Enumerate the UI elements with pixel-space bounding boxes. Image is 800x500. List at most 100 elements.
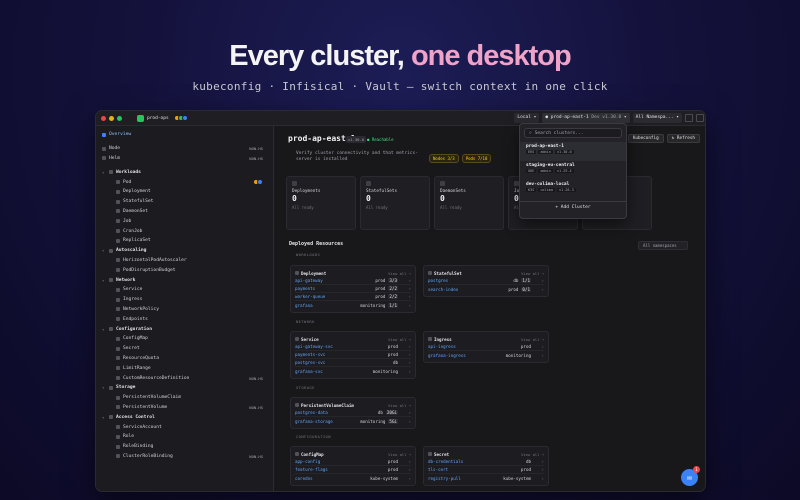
cluster-option[interactable]: staging-eu-central GKE admin v1.29.4	[520, 161, 626, 180]
view-all-link[interactable]: View all →	[388, 403, 411, 408]
close-window-button[interactable]	[101, 115, 106, 121]
open-icon[interactable]: ›	[401, 303, 411, 308]
view-all-link[interactable]: View all →	[521, 337, 544, 342]
sidebar-item-daemonset[interactable]: DaemonSet	[96, 207, 273, 217]
sidebar-item-serviceaccount[interactable]: ServiceAccount	[96, 422, 273, 432]
open-icon[interactable]: ›	[401, 344, 411, 349]
sidebar-item-cronjob[interactable]: CronJob	[96, 226, 273, 236]
resource-name[interactable]: postgres-svc	[295, 360, 393, 365]
namespace-selector[interactable]: All Namespa... ▾	[632, 113, 682, 123]
sidebar-item-clusterrolebinding[interactable]: ClusterRoleBinding NON-HS	[96, 452, 273, 462]
sidebar-item-overview[interactable]: Overview	[96, 130, 273, 140]
table-row[interactable]: grafana-svc monitoring ›	[295, 367, 411, 375]
sidebar-item-resourcequota[interactable]: ResourceQuota	[96, 354, 273, 364]
sidebar-item-service[interactable]: Service	[96, 285, 273, 295]
statefulsets-card[interactable]: StatefulSets 0 All ready	[360, 176, 430, 230]
sidebar-item-endpoints[interactable]: Endpoints	[96, 314, 273, 324]
refresh-button[interactable]: ↻ Refresh	[666, 134, 700, 143]
resource-name[interactable]: payments	[295, 286, 375, 291]
view-all-link[interactable]: View all →	[388, 271, 411, 276]
resource-name[interactable]: api-gateway-svc	[295, 344, 388, 349]
open-icon[interactable]: ›	[401, 459, 411, 464]
pods-chip[interactable]: Pods 7/18	[461, 154, 492, 163]
resource-name[interactable]: search-index	[428, 287, 508, 292]
resource-name[interactable]: tls-cert	[428, 467, 521, 472]
sidebar-group-configuration[interactable]: ▾ Configuration	[96, 324, 273, 334]
table-row[interactable]: postgres-data db 20Gi ›	[295, 409, 411, 417]
open-icon[interactable]: ›	[534, 476, 544, 481]
cluster-option[interactable]: dev-colima-local K3S colima v1.28.3	[520, 180, 626, 199]
add-cluster-button[interactable]: + Add Cluster	[520, 201, 626, 210]
table-row[interactable]: db-credentials db ›	[428, 458, 544, 466]
open-icon[interactable]: ›	[401, 419, 411, 424]
sidebar-item-networkpolicy[interactable]: NetworkPolicy	[96, 305, 273, 315]
sidebar-item-pod[interactable]: Pod	[96, 177, 273, 187]
view-all-link[interactable]: View all →	[521, 271, 544, 276]
sidebar-item-job[interactable]: Job	[96, 216, 273, 226]
sidebar-item-node[interactable]: Node NON-HS	[96, 144, 273, 154]
open-icon[interactable]: ›	[401, 286, 411, 291]
table-row[interactable]: postgres-svc db ›	[295, 359, 411, 367]
namespace-filter[interactable]: All namespaces	[638, 241, 688, 250]
cluster-search-input[interactable]: ⌕ Search clusters...	[524, 128, 622, 138]
daemonsets-card[interactable]: DaemonSets 0 All ready	[434, 176, 504, 230]
sidebar-item-hpa[interactable]: HorizontalPodAutoscaler	[96, 256, 273, 266]
sidebar-item-rolebinding[interactable]: RoleBinding	[96, 442, 273, 452]
nodes-chip[interactable]: Nodes 3/3	[429, 154, 459, 163]
sidebar-group-autoscaling[interactable]: ▾ Autoscaling	[96, 246, 273, 256]
table-row[interactable]: worker-queue prod 2/2 ›	[295, 293, 411, 301]
open-icon[interactable]: ›	[534, 459, 544, 464]
table-row[interactable]: registry-pull kube-system ›	[428, 474, 544, 482]
resource-name[interactable]: api-gateway	[295, 278, 375, 283]
resource-name[interactable]: app-config	[295, 459, 388, 464]
table-row[interactable]: grafana-ingress monitoring ›	[428, 351, 544, 359]
table-row[interactable]: payments-svc prod ›	[295, 351, 411, 359]
open-icon[interactable]: ›	[401, 410, 411, 415]
table-row[interactable]: payments prod 2/2 ›	[295, 285, 411, 293]
view-all-link[interactable]: View all →	[388, 337, 411, 342]
open-icon[interactable]: ›	[401, 476, 411, 481]
resource-name[interactable]: postgres	[428, 278, 513, 283]
open-icon[interactable]: ›	[401, 360, 411, 365]
resource-name[interactable]: api-ingress	[428, 344, 521, 349]
sidebar-group-access-control[interactable]: ▾ Access Control	[96, 412, 273, 422]
resource-name[interactable]: coredns	[295, 476, 370, 481]
table-row[interactable]: app-config prod ›	[295, 458, 411, 466]
sidebar-item-limitrange[interactable]: LimitRange	[96, 363, 273, 373]
resource-name[interactable]: postgres-data	[295, 410, 378, 415]
sidebar-item-replicaset[interactable]: ReplicaSet	[96, 236, 273, 246]
table-row[interactable]: grafana-storage monitoring 5Gi ›	[295, 417, 411, 425]
table-row[interactable]: api-ingress prod ›	[428, 343, 544, 351]
table-row[interactable]: tls-cert prod ›	[428, 466, 544, 474]
open-icon[interactable]: ›	[401, 352, 411, 357]
sidebar-group-network[interactable]: ▾ Network	[96, 275, 273, 285]
sidebar-item-pvc[interactable]: PersistentVolumeClaim	[96, 393, 273, 403]
maximize-window-button[interactable]	[117, 115, 122, 121]
minimize-window-button[interactable]	[109, 115, 114, 121]
cluster-selector[interactable]: ● prod-ap-east-1 Dev v1.30.0 ▾	[542, 113, 630, 123]
chat-button[interactable]: ✉ 1	[681, 466, 700, 486]
view-all-link[interactable]: View all →	[388, 452, 411, 457]
sidebar-item-helm[interactable]: Helm NON-HS	[96, 154, 273, 164]
resource-name[interactable]: worker-queue	[295, 294, 375, 299]
sidebar-item-configmap[interactable]: ConfigMap	[96, 334, 273, 344]
sidebar-item-secret[interactable]: Secret	[96, 344, 273, 354]
resource-name[interactable]: grafana	[295, 303, 360, 308]
open-icon[interactable]: ›	[534, 287, 544, 292]
sidebar-item-pv[interactable]: PersistentVolume NON-HS	[96, 403, 273, 413]
table-row[interactable]: coredns kube-system ›	[295, 474, 411, 482]
sidebar-item-statefulset[interactable]: StatefulSet	[96, 197, 273, 207]
settings-icon[interactable]	[696, 114, 704, 122]
sidebar-item-crd[interactable]: CustomResourceDefinition NON-HS	[96, 373, 273, 383]
resource-name[interactable]: grafana-storage	[295, 419, 360, 424]
resource-name[interactable]: db-credentials	[428, 459, 526, 464]
resource-name[interactable]: registry-pull	[428, 476, 503, 481]
sidebar-item-deployment[interactable]: Deployment	[96, 187, 273, 197]
resource-name[interactable]: grafana-svc	[295, 369, 373, 374]
table-row[interactable]: search-index prod 0/1 ›	[428, 285, 544, 293]
open-icon[interactable]: ›	[401, 467, 411, 472]
lock-icon[interactable]	[685, 114, 693, 122]
open-icon[interactable]: ›	[401, 294, 411, 299]
local-selector[interactable]: Local ▾	[514, 113, 540, 123]
sidebar-group-workloads[interactable]: ▾ Workloads	[96, 167, 273, 177]
